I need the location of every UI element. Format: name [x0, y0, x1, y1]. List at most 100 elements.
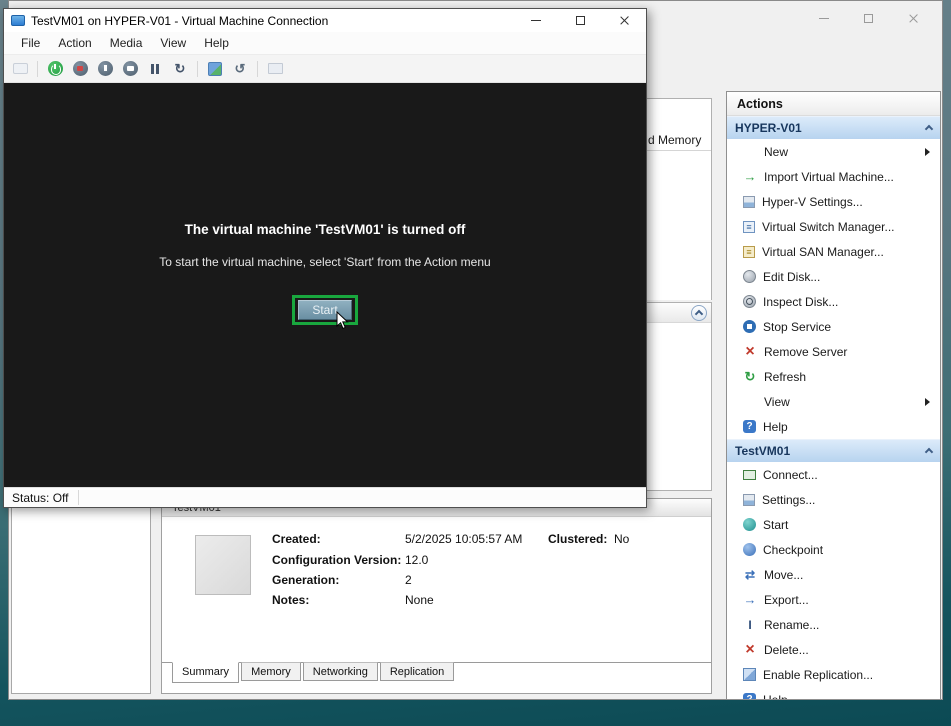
action-settings[interactable]: Settings... [727, 487, 940, 512]
action-new[interactable]: New [727, 139, 940, 164]
settings-icon [743, 494, 755, 506]
vm-list-fragment: d Memory [646, 98, 712, 300]
save-state-button[interactable] [121, 60, 139, 78]
clustered-value: No [614, 532, 629, 546]
action-help-vm[interactable]: Help [727, 687, 940, 700]
created-label: Created: [272, 532, 321, 546]
generation-label: Generation: [272, 573, 339, 587]
delete-icon [743, 643, 757, 657]
checkpoint-button[interactable] [206, 60, 224, 78]
minimize-icon [819, 18, 829, 19]
action-virtual-switch-manager[interactable]: Virtual Switch Manager... [727, 214, 940, 239]
menu-help[interactable]: Help [195, 33, 238, 53]
toolbar-separator [257, 61, 258, 77]
tab-summary[interactable]: Summary [172, 662, 239, 683]
manager-maximize-button[interactable] [846, 5, 891, 31]
inspect-disk-icon [743, 295, 756, 308]
virtual-switch-icon [743, 221, 755, 233]
action-label: Stop Service [763, 320, 831, 334]
collapse-chevron-icon[interactable] [925, 125, 933, 133]
collapse-chevron-icon[interactable] [925, 448, 933, 456]
pause-button[interactable] [146, 60, 164, 78]
revert-button[interactable] [231, 60, 249, 78]
action-label: Settings... [762, 493, 815, 507]
import-icon [743, 170, 757, 184]
action-label: View [764, 395, 790, 409]
action-refresh[interactable]: Refresh [727, 364, 940, 389]
action-edit-disk[interactable]: Edit Disk... [727, 264, 940, 289]
action-view[interactable]: View [727, 389, 940, 414]
icon-spacer [743, 395, 757, 409]
action-start[interactable]: Start [727, 512, 940, 537]
virtual-san-icon [743, 246, 755, 258]
action-label: Remove Server [764, 345, 847, 359]
checkpoint-icon [208, 62, 222, 76]
vm-minimize-button[interactable] [514, 9, 558, 32]
action-label: Virtual Switch Manager... [762, 220, 895, 234]
action-move[interactable]: Move... [727, 562, 940, 587]
collapse-checkpoints-button[interactable] [691, 305, 707, 321]
vm-connection-title-bar[interactable]: TestVM01 on HYPER-V01 - Virtual Machine … [4, 9, 646, 32]
notes-label: Notes: [272, 593, 309, 607]
start-icon [743, 518, 756, 531]
action-hyperv-settings[interactable]: Hyper-V Settings... [727, 189, 940, 214]
action-rename[interactable]: Rename... [727, 612, 940, 637]
action-enable-replication[interactable]: Enable Replication... [727, 662, 940, 687]
action-stop-service[interactable]: Stop Service [727, 314, 940, 339]
action-delete[interactable]: Delete... [727, 637, 940, 662]
window-title: TestVM01 on HYPER-V01 - Virtual Machine … [31, 14, 514, 28]
tab-networking[interactable]: Networking [303, 662, 378, 681]
menu-action[interactable]: Action [49, 33, 100, 53]
action-label: Help [763, 420, 788, 434]
chevron-up-icon [695, 310, 703, 318]
assigned-memory-column-header[interactable]: d Memory [646, 129, 711, 151]
action-export[interactable]: Export... [727, 587, 940, 612]
action-label: Import Virtual Machine... [764, 170, 894, 184]
action-connect[interactable]: Connect... [727, 462, 940, 487]
menu-view[interactable]: View [151, 33, 195, 53]
enhanced-session-icon [268, 63, 283, 74]
vm-close-button[interactable] [602, 9, 646, 32]
vm-details-panel: TestVM01 Created: 5/2/2025 10:05:57 AM C… [161, 498, 712, 694]
action-label: Checkpoint [763, 543, 823, 557]
menu-media[interactable]: Media [101, 33, 152, 53]
turn-off-icon [73, 61, 88, 76]
pause-icon [146, 60, 164, 78]
action-label: Enable Replication... [763, 668, 873, 682]
enhanced-session-button[interactable] [266, 60, 284, 78]
generation-value: 2 [405, 573, 412, 587]
move-icon [743, 568, 757, 582]
tab-replication[interactable]: Replication [380, 662, 454, 681]
tab-memory[interactable]: Memory [241, 662, 301, 681]
ctrl-alt-del-button[interactable] [11, 60, 29, 78]
manager-close-button[interactable] [891, 5, 936, 31]
reset-button[interactable] [171, 60, 189, 78]
actions-group-header-hyperv01[interactable]: HYPER-V01 [727, 116, 940, 139]
vm-connection-app-icon [11, 15, 25, 26]
maximize-icon [576, 16, 585, 25]
turn-off-button[interactable] [71, 60, 89, 78]
start-vm-button[interactable] [46, 60, 64, 78]
edit-disk-icon [743, 270, 756, 283]
vm-maximize-button[interactable] [558, 9, 602, 32]
vm-connection-menu-bar: File Action Media View Help [4, 32, 646, 54]
configuration-version-value: 12.0 [405, 553, 428, 567]
actions-group-header-testvm01[interactable]: TestVM01 [727, 439, 940, 462]
action-inspect-disk[interactable]: Inspect Disk... [727, 289, 940, 314]
action-virtual-san-manager[interactable]: Virtual SAN Manager... [727, 239, 940, 264]
action-label: Edit Disk... [763, 270, 820, 284]
export-icon [743, 593, 757, 607]
action-remove-server[interactable]: Remove Server [727, 339, 940, 364]
close-icon [619, 15, 630, 26]
menu-file[interactable]: File [12, 33, 49, 53]
configuration-version-label: Configuration Version: [272, 553, 401, 567]
action-label: Inspect Disk... [763, 295, 838, 309]
shut-down-button[interactable] [96, 60, 114, 78]
action-checkpoint[interactable]: Checkpoint [727, 537, 940, 562]
action-label: Connect... [763, 468, 818, 482]
power-icon [48, 61, 63, 76]
desktop: d Memory TestVM01 Created: 5/2/2025 10:0… [0, 0, 951, 726]
action-help[interactable]: Help [727, 414, 940, 439]
manager-minimize-button[interactable] [801, 5, 846, 31]
action-import-virtual-machine[interactable]: Import Virtual Machine... [727, 164, 940, 189]
